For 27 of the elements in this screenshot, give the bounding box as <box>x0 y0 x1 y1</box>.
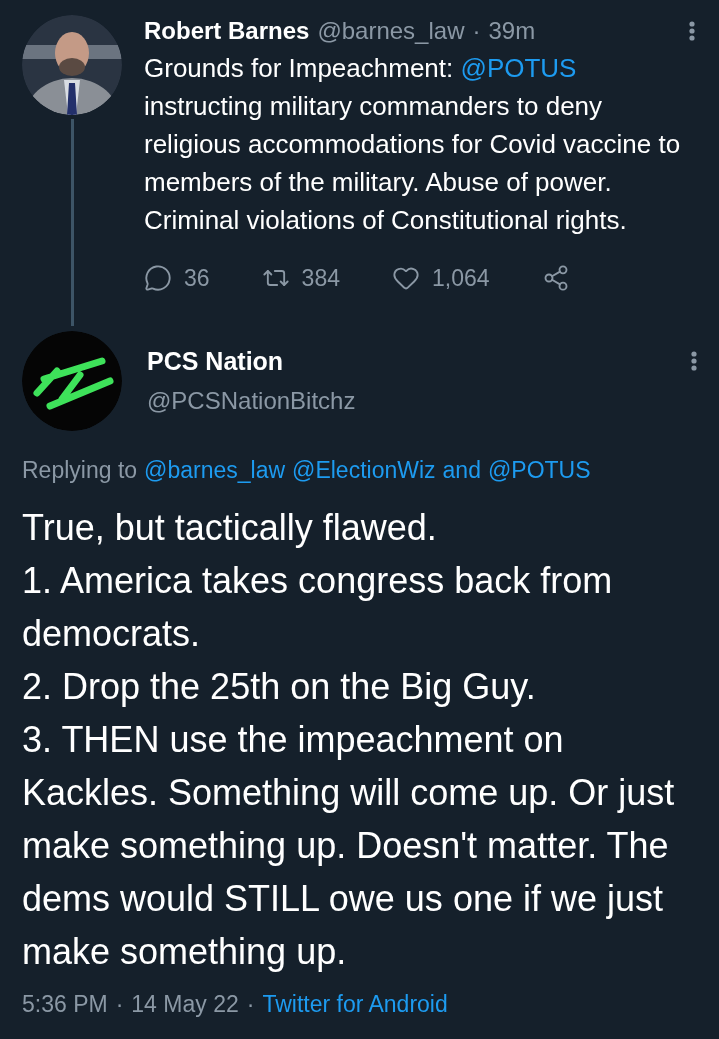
source-link[interactable]: Twitter for Android <box>262 987 448 1020</box>
tweet-text: Grounds for Impeachment: @POTUS instructing military commanders to deny religious accommodations for Covid vaccine to members of the military. Abuse of power. Criminal violations of Constitutional rights. <box>144 52 682 237</box>
author-name: PCS Nation <box>147 345 284 377</box>
more-button[interactable] <box>689 21 695 41</box>
mention-link[interactable]: @POTUS <box>460 53 577 83</box>
author-handle: @PCSNationBitchz <box>147 385 357 416</box>
reply-text: True, but tactically flawed. 1. America takes congress back from democrats. 2. Drop the 25th on the Big Guy. 3. THEN use the impeachment on Kackles. Something will come up. Or just make something up. Doesn't matter. The dems would STILL owe us one if we just make something up. <box>22 505 676 974</box>
separator: · <box>115 989 124 1019</box>
reply-button[interactable]: 36 <box>144 261 210 296</box>
mention-link[interactable]: @barnes_law <box>144 452 286 487</box>
retweet-button[interactable]: 384 <box>261 261 340 296</box>
more-icon <box>691 350 697 371</box>
tweet-time: 5:36 PM <box>22 989 108 1019</box>
separator: · <box>472 16 481 46</box>
tweet-time: 39m <box>488 16 536 46</box>
mention-link[interactable]: @POTUS <box>487 452 591 487</box>
author-handle: @barnes_law <box>317 16 465 46</box>
reply-icon <box>144 264 172 293</box>
separator: · <box>246 989 255 1019</box>
more-icon <box>689 21 695 41</box>
conjunction: and <box>442 455 481 485</box>
author-name: Robert Barnes <box>144 16 310 46</box>
more-button[interactable] <box>691 350 697 371</box>
replying-to-label: Replying to <box>22 455 138 485</box>
like-button[interactable]: 1,064 <box>391 261 490 296</box>
mention-link[interactable]: @ElectionWiz <box>292 452 436 487</box>
tweet-date: 14 May 22 <box>131 989 239 1019</box>
